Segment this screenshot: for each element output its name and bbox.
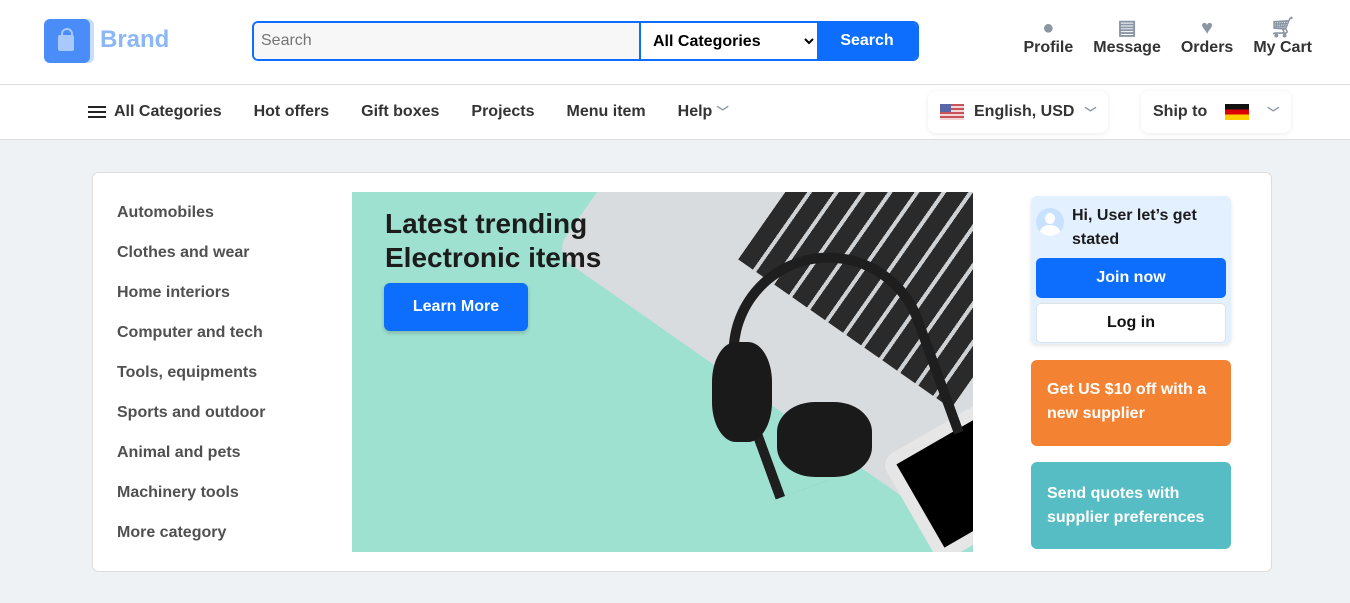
hero-section: Automobiles Clothes and wear Home interi… (92, 172, 1272, 572)
category-item[interactable]: More category (117, 513, 265, 553)
category-item[interactable]: Tools, equipments (117, 353, 265, 393)
menu-icon (88, 105, 106, 118)
category-item[interactable]: Clothes and wear (117, 233, 265, 273)
orders-label: Orders (1180, 39, 1234, 56)
nav-label: All Categories (114, 103, 222, 120)
headphone-cup (777, 402, 872, 477)
message-button[interactable]: ▤ Message (1093, 17, 1161, 57)
banner-title: Latest trending Electronic items (385, 208, 602, 273)
cart-label: My Cart (1253, 39, 1312, 56)
category-select[interactable]: All Categories (639, 23, 817, 59)
language-selector[interactable]: English, USD ﹀ (928, 91, 1109, 133)
promo-banner: Latest trending Electronic items Learn M… (352, 192, 973, 552)
category-item[interactable]: Machinery tools (117, 473, 265, 513)
message-label: Message (1093, 39, 1161, 56)
supplier-discount-promo[interactable]: Get US $10 off with a new supplier (1031, 360, 1231, 446)
category-item[interactable]: Automobiles (117, 193, 265, 233)
ship-to-selector[interactable]: Ship to ﹀ (1141, 91, 1292, 133)
ship-to-label: Ship to (1153, 103, 1208, 120)
nav-menu-item[interactable]: Menu item (567, 103, 646, 121)
profile-label: Profile (1023, 39, 1074, 56)
nav-all-categories[interactable]: All Categories (88, 103, 222, 121)
search-bar: All Categories Search (252, 21, 919, 61)
header: Brand All Categories Search ●Profile ▤Me… (0, 0, 1350, 85)
nav-projects[interactable]: Projects (471, 103, 534, 121)
category-item[interactable]: Computer and tech (117, 313, 265, 353)
profile-button[interactable]: ● Profile (1023, 17, 1073, 57)
category-list: Automobiles Clothes and wear Home interi… (117, 193, 265, 553)
headphone-cup (712, 342, 772, 442)
germany-flag-icon (1225, 104, 1250, 120)
person-icon: ● (1042, 17, 1055, 39)
cart-icon: 🛒︎ (1269, 17, 1296, 39)
user-card: Hi, User let’s get stated Join now Log i… (1031, 196, 1231, 344)
cart-button[interactable]: 🛒︎ My Cart (1253, 17, 1312, 57)
search-button[interactable]: Search (817, 23, 917, 59)
us-flag-icon (940, 104, 964, 120)
nav-help[interactable]: Help ﹀ (678, 103, 729, 121)
heart-icon: ♥ (1201, 17, 1214, 39)
category-item[interactable]: Home interiors (117, 273, 265, 313)
message-icon: ▤ (1117, 17, 1137, 39)
nav-label: Help (677, 103, 713, 120)
chevron-down-icon: ﹀ (1084, 105, 1097, 120)
brand-name[interactable]: Brand (100, 26, 169, 54)
header-actions: ● Profile ▤ Message ♥ Orders 🛒︎ My Cart (1023, 17, 1312, 57)
language-label: English, USD (974, 103, 1075, 120)
search-input[interactable] (254, 23, 639, 59)
orders-button[interactable]: ♥ Orders (1181, 17, 1233, 57)
nav-hot-offers[interactable]: Hot offers (254, 103, 330, 121)
avatar-icon (1036, 208, 1064, 236)
send-quotes-promo[interactable]: Send quotes with supplier preferences (1031, 462, 1231, 549)
category-item[interactable]: Animal and pets (117, 433, 265, 473)
chevron-down-icon: ﹀ (1267, 105, 1280, 120)
navbar: All Categories Hot offers Gift boxes Pro… (0, 85, 1350, 140)
category-item[interactable]: Sports and outdoor (117, 393, 265, 433)
nav-gift-boxes[interactable]: Gift boxes (361, 103, 439, 121)
brand-logo-icon[interactable] (44, 19, 90, 63)
learn-more-button[interactable]: Learn More (384, 283, 528, 331)
login-button[interactable]: Log in (1036, 303, 1226, 343)
chevron-down-icon: ﹀ (716, 105, 729, 119)
greeting: Hi, User let’s get stated (1072, 207, 1197, 248)
join-now-button[interactable]: Join now (1036, 258, 1226, 298)
